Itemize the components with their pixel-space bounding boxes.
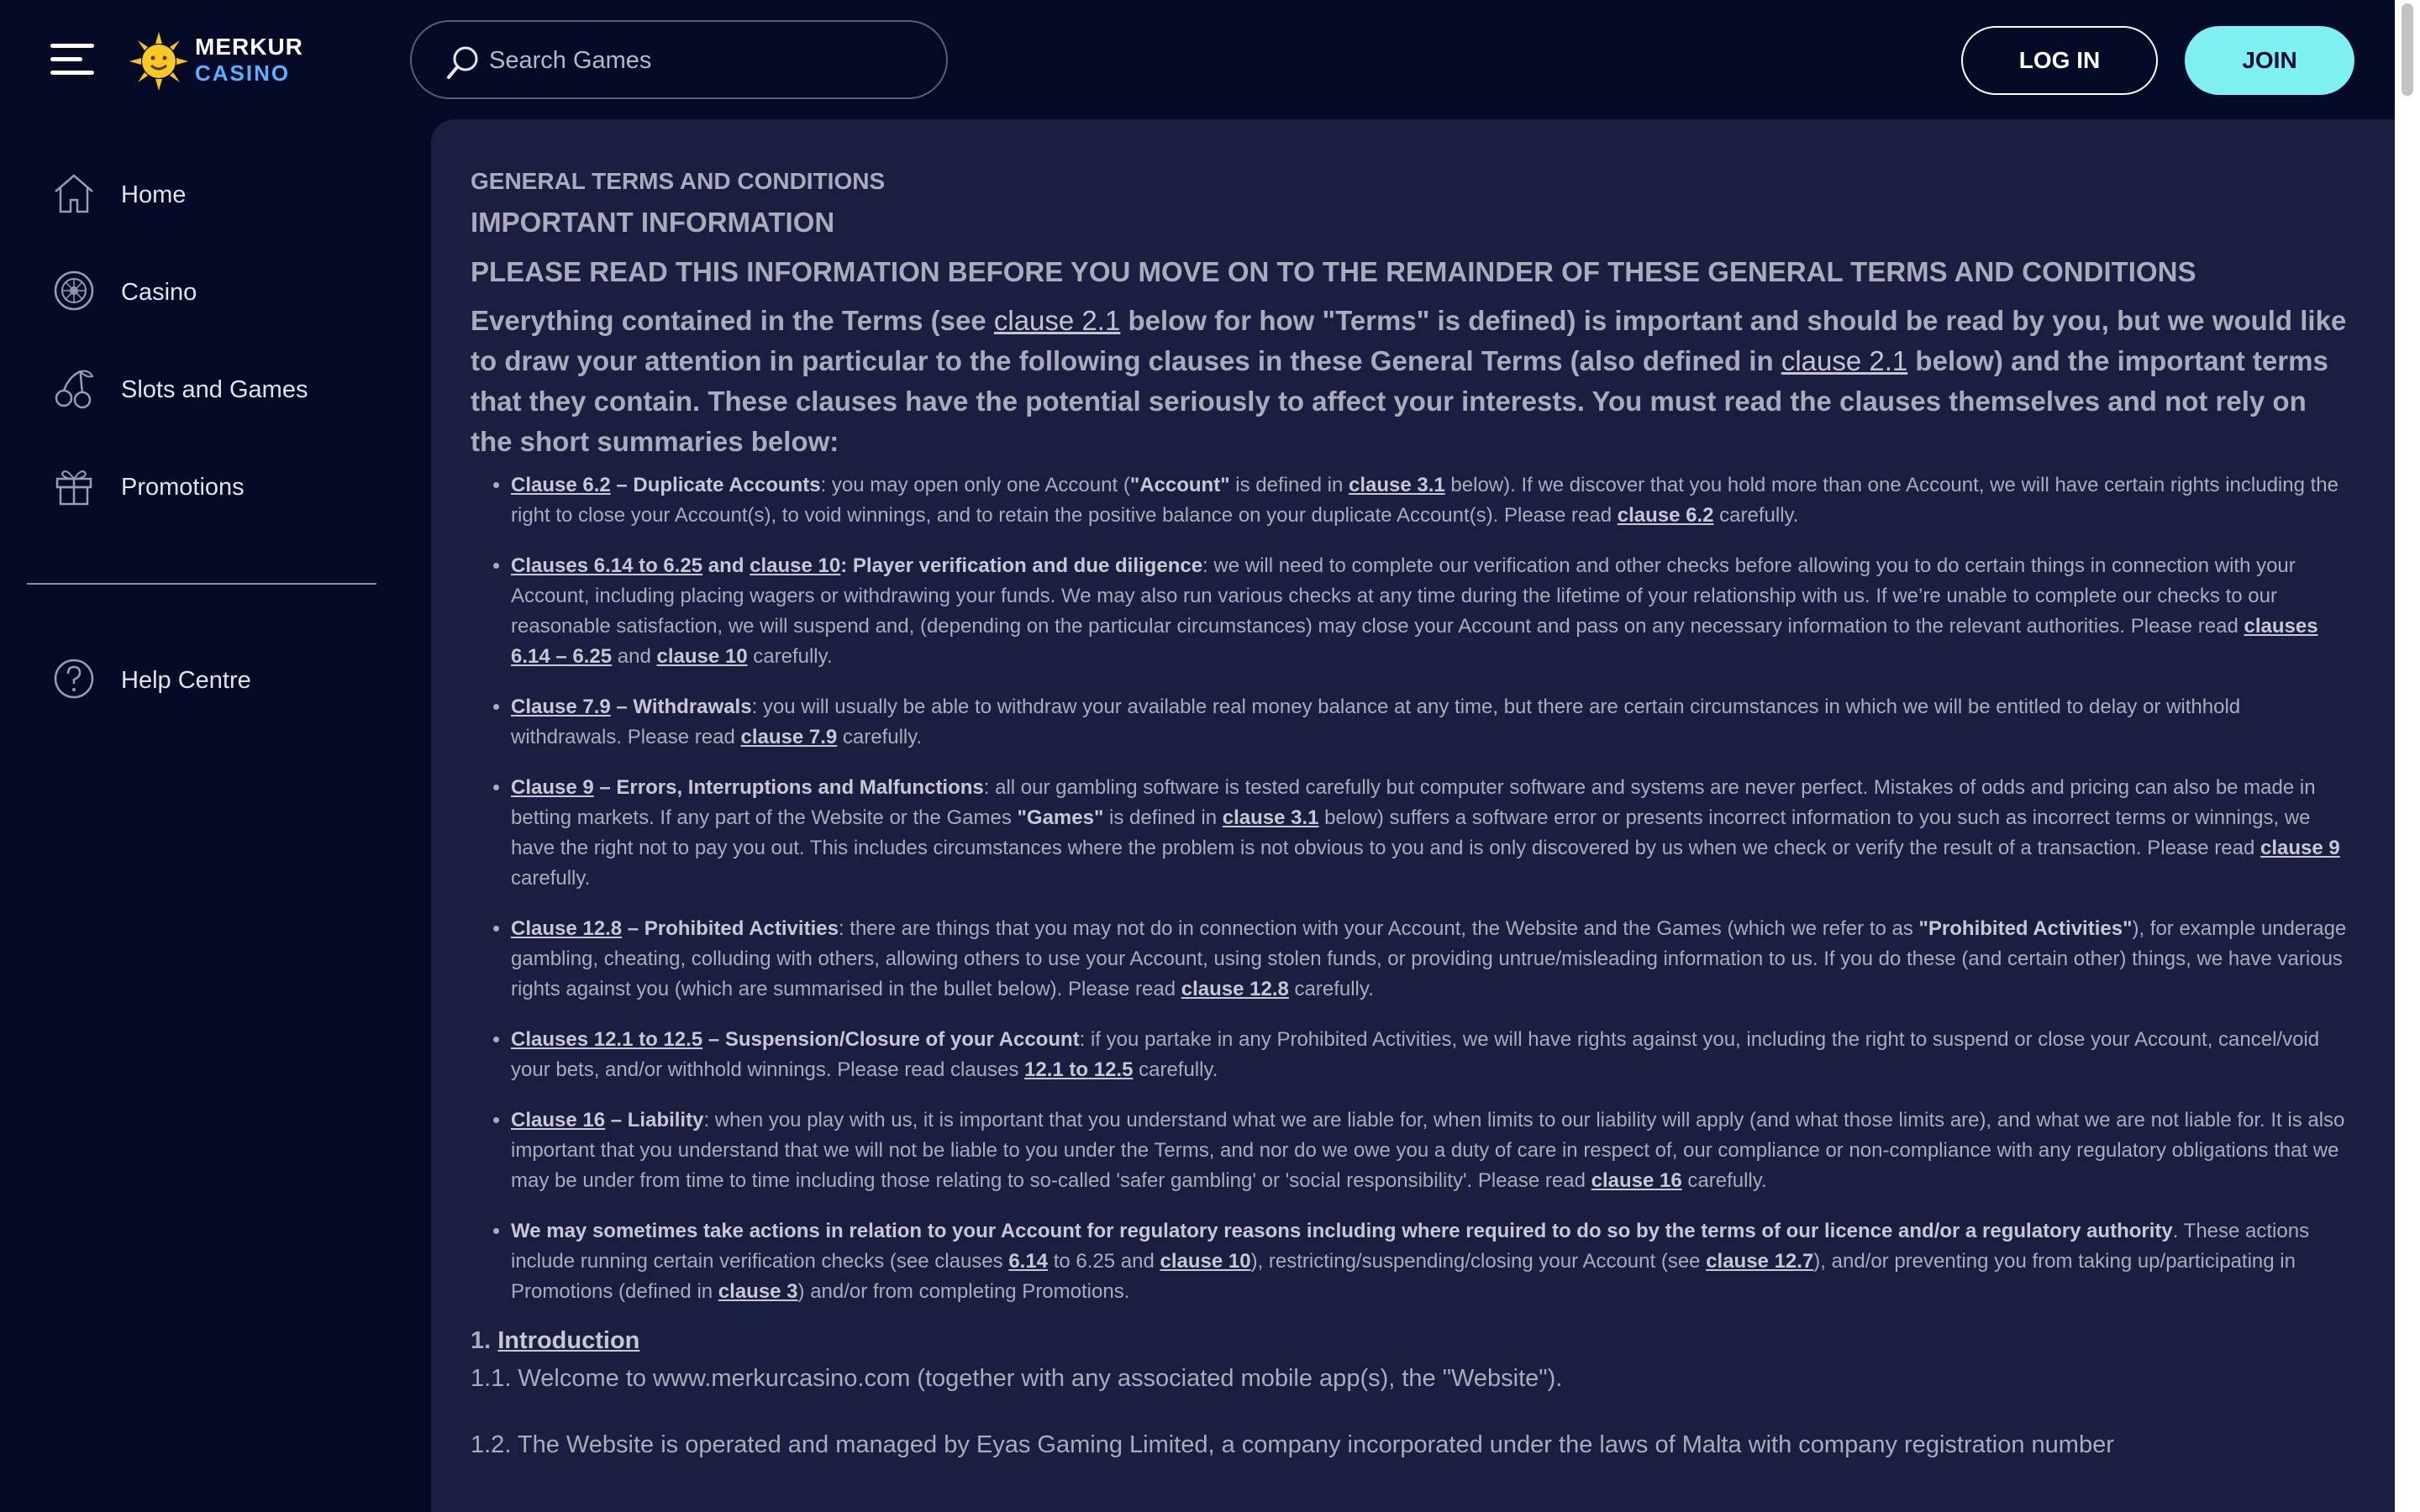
clause-link[interactable]: Clauses 6.14 to 6.25 [511,554,702,577]
section-heading-introduction: 1. Introduction [471,1327,640,1354]
roulette-icon [54,270,94,311]
clause-link[interactable]: clause 9 [2260,837,2340,859]
sidebar-item-slots-and-games[interactable]: Slots and Games [52,361,388,415]
sidebar-item-promotions[interactable]: Promotions [52,459,388,512]
scrollbar-thumb[interactable] [2402,3,2413,96]
sidebar-item-label: Slots and Games [121,376,308,403]
gift-icon [55,470,92,506]
cherries-icon [55,370,94,409]
paragraph-1-2: 1.2. The Website is operated and managed… [471,1431,2114,1458]
terms-content-panel: GENERAL TERMS AND CONDITIONS IMPORTANT I… [431,119,2395,1512]
important-information-heading: IMPORTANT INFORMATION [471,207,835,238]
please-read-heading: PLEASE READ THIS INFORMATION BEFORE YOU … [471,256,2196,287]
clause-link[interactable]: clause 10 [750,554,840,577]
list-item: Clause 16 – Liability: when you play wit… [511,1105,2355,1196]
sidebar-item-label: Casino [121,279,197,306]
list-item: Clause 6.2 – Duplicate Accounts: you may… [511,470,2355,531]
intro-paragraph: Everything contained in the Terms (see c… [471,305,2347,457]
paragraph-1-1: 1.1. Welcome to www.merkurcasino.com (to… [471,1365,1563,1392]
list-item: Clause 7.9 – Withdrawals: you will usual… [511,692,2355,753]
list-item: Clause 9 – Errors, Interruptions and Mal… [511,773,2355,894]
top-bar: MERKUR CASINO LOG IN JOIN [0,0,2395,119]
search-input[interactable] [487,39,928,82]
sidebar-item-label: Promotions [121,474,245,501]
clause-link[interactable]: clause 7.9 [740,726,837,748]
clause-link[interactable]: 6.14 [1008,1250,1048,1273]
list-item: We may sometimes take actions in relatio… [511,1216,2355,1307]
clause-link[interactable]: Clause 12.8 [511,917,622,940]
list-item: Clauses 6.14 to 6.25 and clause 10: Play… [511,551,2355,672]
clause-link[interactable]: clause 12.8 [1181,978,1289,1000]
clause-link[interactable]: clause 3 [718,1280,798,1303]
join-button[interactable]: JOIN [2185,26,2354,95]
merkur-casino-logo[interactable]: MERKUR CASINO [128,27,302,94]
search-icon [447,46,478,79]
help-icon [54,659,94,699]
clause-link[interactable]: Clause 9 [511,776,594,799]
important-clauses-list: Clause 6.2 – Duplicate Accounts: you may… [471,470,2355,1307]
clause-link[interactable]: Clause 6.2 [511,474,611,496]
hamburger-menu-icon[interactable] [50,42,94,76]
clause-link[interactable]: clause 12.7 [1706,1250,1813,1273]
clause-link[interactable]: clause 2.1 [1781,345,1907,376]
clause-link[interactable]: 12.1 to 12.5 [1024,1058,1133,1081]
introduction-link[interactable]: Introduction [497,1327,639,1354]
list-item: Clauses 12.1 to 12.5 – Suspension/Closur… [511,1025,2355,1085]
clause-link[interactable]: clause 3.1 [1223,806,1319,829]
clause-link[interactable]: Clauses 12.1 to 12.5 [511,1028,702,1051]
search-box[interactable] [410,20,948,99]
sidebar-item-label: Home [121,181,187,208]
login-button[interactable]: LOG IN [1961,26,2158,95]
logo-text-casino: CASINO [195,60,291,86]
clause-link[interactable]: Clause 7.9 [511,696,611,718]
sidebar-item-casino[interactable]: Casino [52,264,388,318]
sidebar-item-home[interactable]: Home [52,166,388,220]
clause-link[interactable]: clause 10 [1160,1250,1250,1273]
sun-logo-icon [129,32,188,91]
sidebar-item-help-centre[interactable]: Help Centre [52,652,388,706]
sidebar-divider [27,583,376,585]
home-icon [55,174,93,213]
scrollbar[interactable] [2395,0,2420,1512]
clause-link[interactable]: clause 6.2 [1618,504,1714,527]
clause-link[interactable]: clause 16 [1591,1169,1682,1192]
logo-text-merkur: MERKUR [195,34,303,60]
clause-link[interactable]: Clause 16 [511,1109,605,1131]
clause-link[interactable]: clause 2.1 [994,305,1120,336]
list-item: Clause 12.8 – Prohibited Activities: the… [511,914,2355,1005]
clause-link[interactable]: clause 10 [657,645,748,668]
clause-link[interactable]: clause 3.1 [1349,474,1445,496]
sidebar-item-label: Help Centre [121,667,251,694]
page-title: GENERAL TERMS AND CONDITIONS [471,168,886,194]
